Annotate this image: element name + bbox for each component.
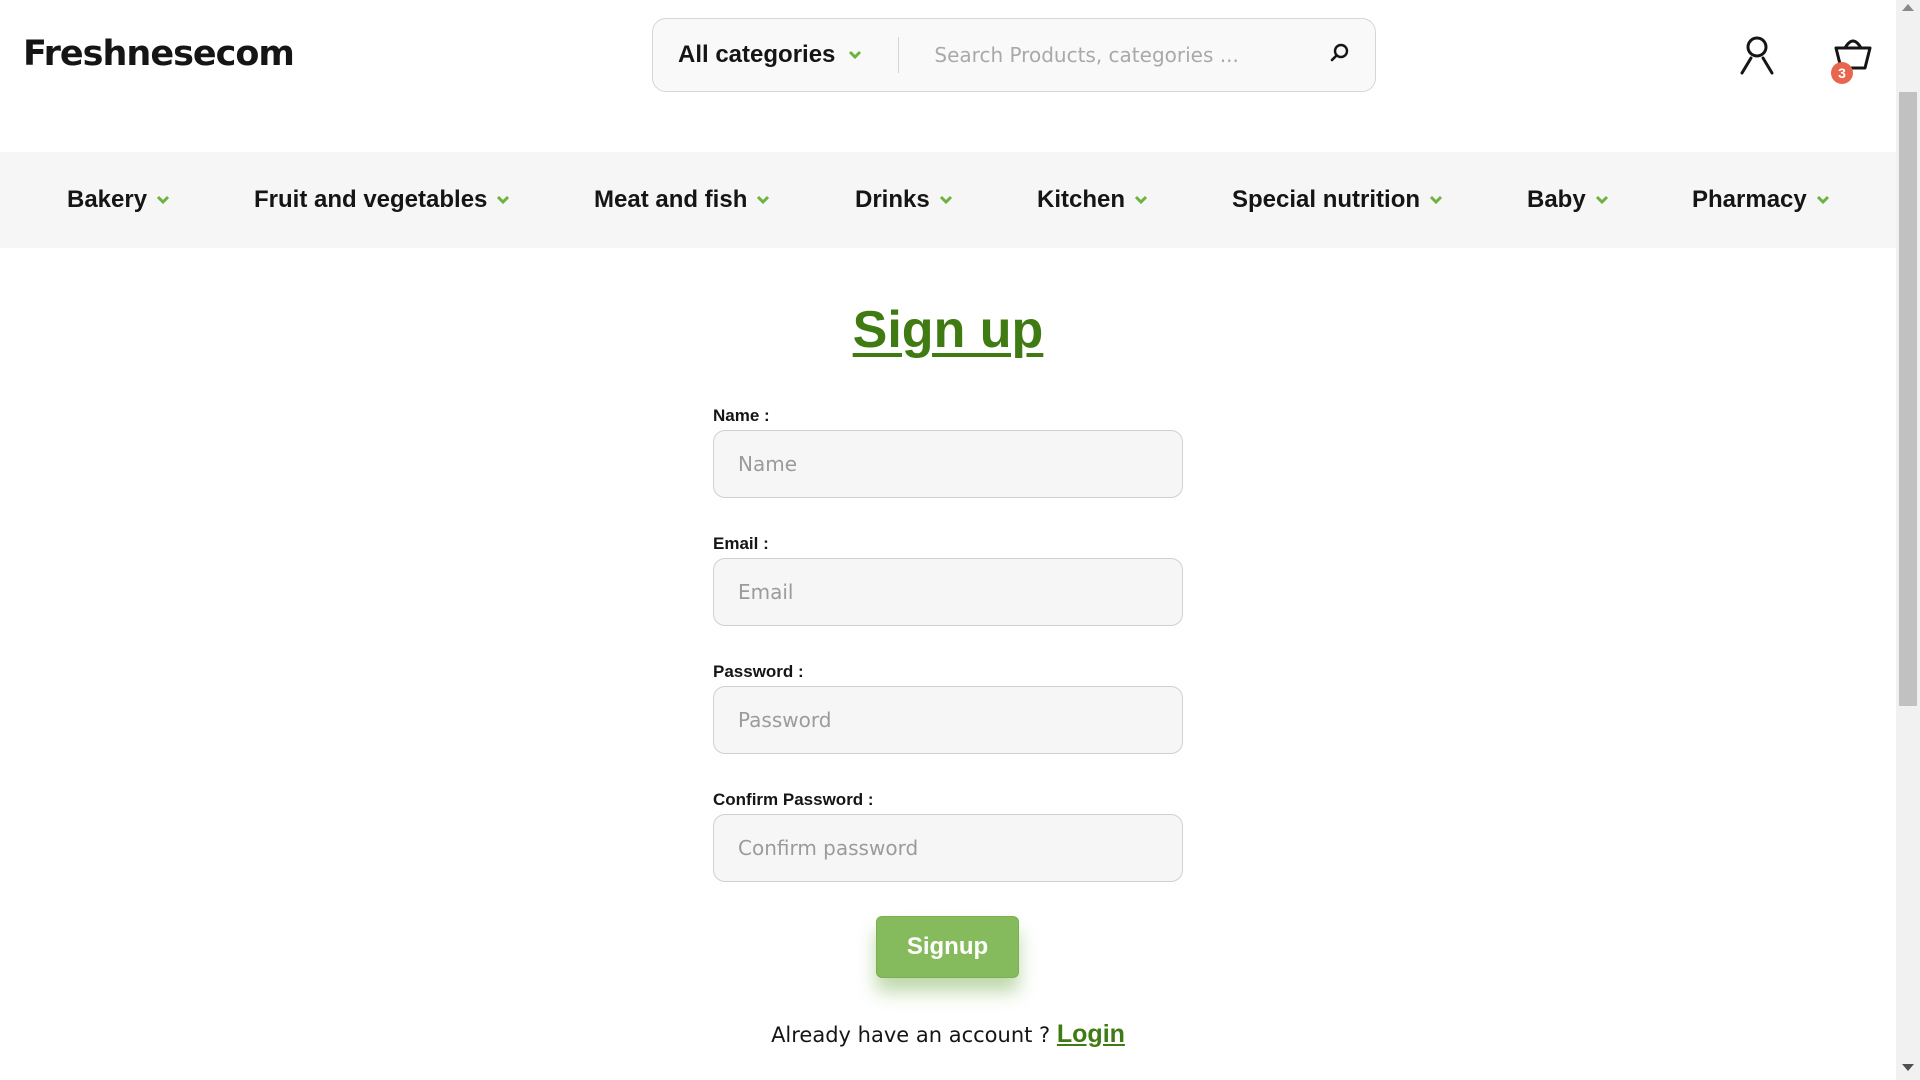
confirm-password-label: Confirm Password :: [713, 790, 874, 809]
chevron-down-icon: [755, 194, 771, 206]
nav-item-fruit-and-vegetables[interactable]: Fruit and vegetables: [254, 152, 511, 248]
login-prompt-text: Already have an account ?: [771, 1023, 1051, 1047]
nav-item-label: Bakery: [67, 186, 148, 213]
nav-item-baby[interactable]: Baby: [1527, 152, 1610, 248]
site-logo[interactable]: Freshnesecom: [23, 34, 295, 74]
name-label: Name :: [713, 406, 770, 425]
search-button[interactable]: [1305, 19, 1375, 91]
page-title-text: Sign up: [852, 301, 1044, 359]
login-link[interactable]: Login: [1057, 1020, 1125, 1048]
nav-item-pharmacy[interactable]: Pharmacy: [1692, 152, 1831, 248]
chevron-down-icon: [495, 194, 511, 206]
site-header: Freshnesecom All categories 3: [0, 0, 1896, 152]
nav-item-label: Pharmacy: [1692, 186, 1807, 213]
nav-item-label: Baby: [1527, 186, 1586, 213]
nav-item-label: Meat and fish: [594, 186, 748, 213]
nav-item-label: Special nutrition: [1232, 186, 1421, 213]
search-bar: All categories: [652, 18, 1376, 92]
scroll-down-arrow-icon[interactable]: [1902, 1064, 1914, 1071]
nav-item-label: Fruit and vegetables: [254, 186, 488, 213]
chevron-down-icon: [1428, 194, 1444, 206]
password-field-group: Password :: [713, 660, 1183, 788]
name-field[interactable]: [713, 430, 1183, 498]
scroll-up-arrow-icon[interactable]: [1902, 4, 1914, 11]
chevron-down-icon: [1815, 194, 1831, 206]
login-prompt: Already have an account ? Login: [0, 1020, 1896, 1049]
category-nav: Bakery Fruit and vegetables Meat and fis…: [0, 152, 1896, 248]
nav-item-special-nutrition[interactable]: Special nutrition: [1232, 152, 1444, 248]
search-input[interactable]: [899, 19, 1305, 91]
name-field-group: Name :: [713, 404, 1183, 532]
cart-count-badge: 3: [1831, 62, 1853, 84]
user-icon[interactable]: [1737, 35, 1777, 75]
chevron-down-icon: [155, 194, 171, 206]
password-label: Password :: [713, 662, 804, 681]
scrollbar-thumb[interactable]: [1899, 92, 1917, 706]
email-label: Email :: [713, 534, 769, 553]
nav-item-label: Drinks: [855, 186, 930, 213]
signup-form: Name : Email : Password : Confirm Passwo…: [713, 404, 1183, 916]
nav-item-kitchen[interactable]: Kitchen: [1037, 152, 1149, 248]
category-select-label: All categories: [678, 41, 836, 68]
chevron-down-icon: [1133, 194, 1149, 206]
nav-item-label: Kitchen: [1037, 186, 1126, 213]
search-icon: [1329, 42, 1351, 69]
chevron-down-icon: [1594, 194, 1610, 206]
category-select[interactable]: All categories: [653, 37, 900, 73]
signup-button[interactable]: Signup: [876, 916, 1019, 978]
chevron-down-icon: [847, 49, 863, 61]
page: Freshnesecom All categories 3: [0, 0, 1896, 1080]
confirm-password-field-group: Confirm Password :: [713, 788, 1183, 916]
password-field[interactable]: [713, 686, 1183, 754]
email-field-group: Email :: [713, 532, 1183, 660]
email-field[interactable]: [713, 558, 1183, 626]
chevron-down-icon: [938, 194, 954, 206]
nav-item-drinks[interactable]: Drinks: [855, 152, 954, 248]
nav-item-meat-and-fish[interactable]: Meat and fish: [594, 152, 771, 248]
nav-item-bakery[interactable]: Bakery: [67, 152, 171, 248]
page-title: Sign up: [0, 300, 1896, 360]
confirm-password-field[interactable]: [713, 814, 1183, 882]
